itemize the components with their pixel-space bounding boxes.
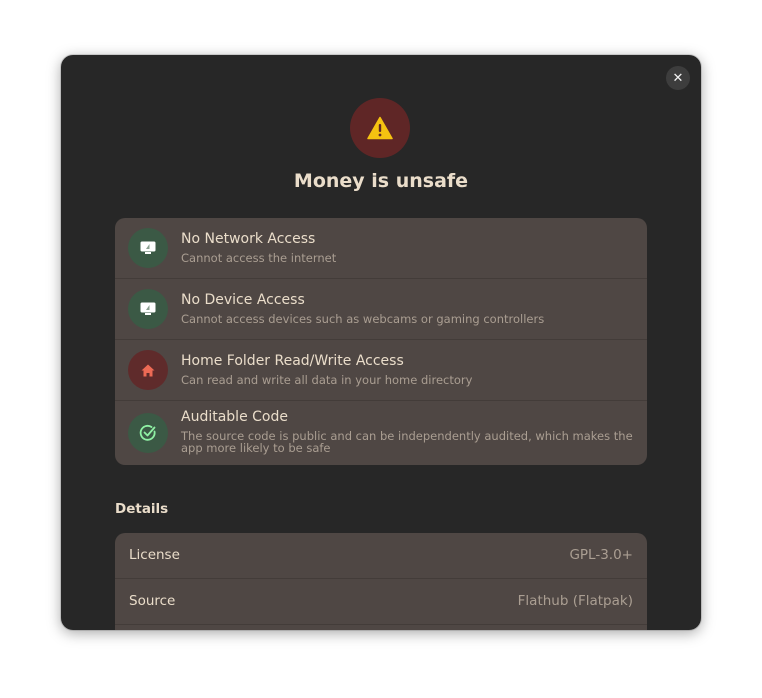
close-button[interactable]: ✕ <box>666 66 690 90</box>
permission-subtitle: Can read and write all data in your home… <box>181 373 473 387</box>
details-list: License GPL-3.0+ Source Flathub (Flatpak… <box>115 533 647 630</box>
permissions-list: No Network Access Cannot access the inte… <box>115 218 647 465</box>
permission-subtitle: The source code is public and can be ind… <box>181 429 633 455</box>
detail-row-partial <box>115 624 647 630</box>
list-item: Home Folder Read/Write Access Can read a… <box>115 339 647 401</box>
permission-title: Auditable Code <box>181 409 288 425</box>
detail-row-license: License GPL-3.0+ <box>115 533 647 578</box>
close-icon: ✕ <box>672 70 684 86</box>
details-heading: Details <box>115 501 169 517</box>
list-item: No Device Access Cannot access devices s… <box>115 278 647 340</box>
warning-icon <box>367 116 393 140</box>
detail-row-source: Source Flathub (Flatpak) <box>115 578 647 624</box>
device-offline-icon <box>128 289 168 329</box>
check-circle-icon <box>128 413 168 453</box>
unsafe-badge <box>350 98 410 158</box>
list-item: Auditable Code The source code is public… <box>115 400 647 465</box>
permission-subtitle: Cannot access devices such as webcams or… <box>181 312 545 326</box>
dialog-title: Money is unsafe <box>293 170 469 192</box>
permission-title: No Network Access <box>181 231 316 247</box>
home-icon <box>128 350 168 390</box>
list-item: No Network Access Cannot access the inte… <box>115 218 647 278</box>
detail-label: Source <box>129 593 176 609</box>
app-safety-dialog: ✕ Money is unsafe No Network Access Cann… <box>61 55 701 630</box>
permission-subtitle: Cannot access the internet <box>181 251 337 265</box>
permission-title: Home Folder Read/Write Access <box>181 353 404 369</box>
detail-label: License <box>129 547 180 563</box>
detail-value: GPL-3.0+ <box>569 547 633 563</box>
detail-value: Flathub (Flatpak) <box>517 593 633 609</box>
network-offline-icon <box>128 228 168 268</box>
permission-title: No Device Access <box>181 292 305 308</box>
